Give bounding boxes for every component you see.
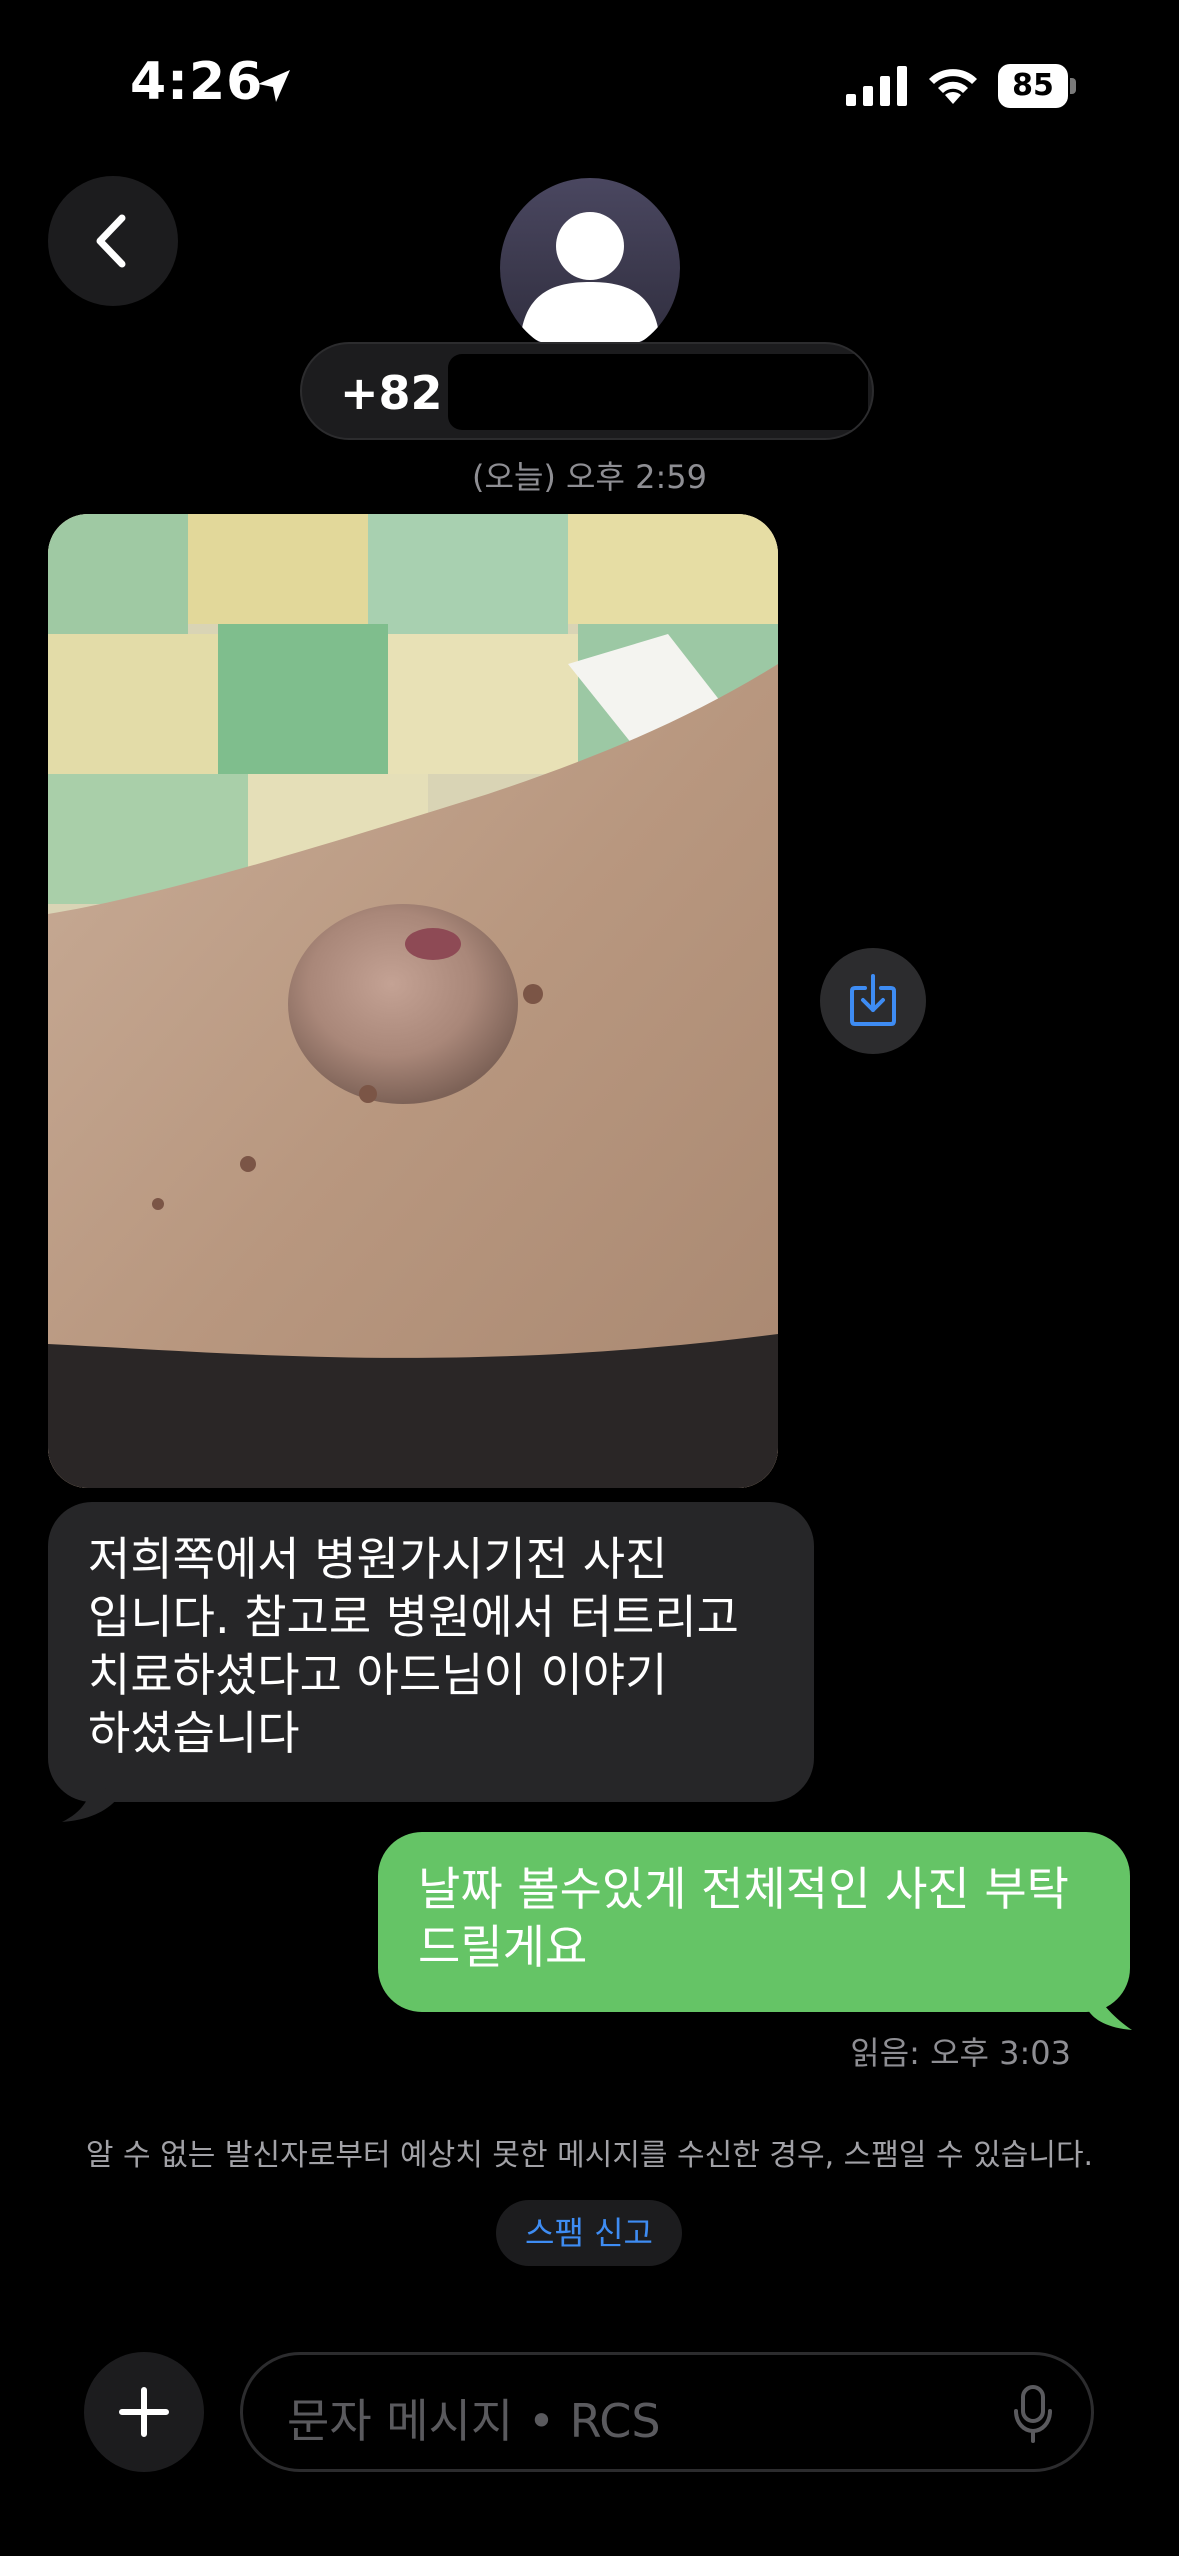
bubble-tail xyxy=(62,1778,118,1822)
message-line: 저희쪽에서 병원가시기전 사진 xyxy=(88,1532,668,1586)
contact-avatar[interactable] xyxy=(500,178,680,358)
microphone-icon[interactable] xyxy=(1013,2385,1053,2443)
message-line: 하셨습니다 xyxy=(88,1706,300,1760)
message-input-placeholder: 문자 메시지 • RCS xyxy=(287,2394,661,2448)
location-arrow-icon xyxy=(258,70,290,102)
status-bar: 4:26 85 xyxy=(0,0,1179,170)
back-button[interactable] xyxy=(48,176,178,306)
message-input[interactable]: 문자 메시지 • RCS xyxy=(240,2352,1094,2472)
wifi-icon xyxy=(929,69,977,104)
bubble-tail xyxy=(1088,1988,1132,2030)
contact-name-pill[interactable]: +82 1 xyxy=(300,342,874,440)
message-line: 입니다. 참고로 병원에서 터트리고 xyxy=(88,1590,739,1644)
chevron-left-icon xyxy=(96,214,126,268)
battery-level: 85 xyxy=(998,64,1068,108)
message-line: 날짜 볼수있게 전체적인 사진 부탁 xyxy=(418,1862,1069,1916)
photo-image xyxy=(48,514,778,1488)
battery-tip xyxy=(1070,78,1076,94)
message-line: 치료하셨다고 아드님이 이야기 xyxy=(88,1648,668,1702)
outgoing-message-bubble[interactable]: 날짜 볼수있게 전체적인 사진 부탁 드릴게요 xyxy=(378,1832,1130,2012)
add-attachment-button[interactable] xyxy=(84,2352,204,2472)
save-photo-button[interactable] xyxy=(820,948,926,1054)
redaction-mark xyxy=(448,354,868,430)
status-time: 4:26 xyxy=(130,52,264,112)
incoming-message-bubble[interactable]: 저희쪽에서 병원가시기전 사진 입니다. 참고로 병원에서 터트리고 치료하셨다… xyxy=(48,1502,814,1802)
photo-message[interactable] xyxy=(48,514,778,1488)
cellular-signal-icon xyxy=(846,66,907,106)
person-icon xyxy=(522,212,658,350)
plus-icon xyxy=(119,2387,169,2437)
download-icon xyxy=(850,974,896,1026)
read-receipt: 읽음: 오후 3:03 xyxy=(850,2034,1071,2072)
conversation-timestamp: (오늘) 오후 2:59 xyxy=(472,458,707,496)
battery-icon: 85 xyxy=(998,64,1076,108)
message-line: 드릴게요 xyxy=(418,1920,588,1974)
spam-notice: 알 수 없는 발신자로부터 예상치 못한 메시지를 수신한 경우, 스팸일 수 … xyxy=(85,2138,1094,2173)
report-spam-button[interactable]: 스팸 신고 xyxy=(496,2200,682,2266)
